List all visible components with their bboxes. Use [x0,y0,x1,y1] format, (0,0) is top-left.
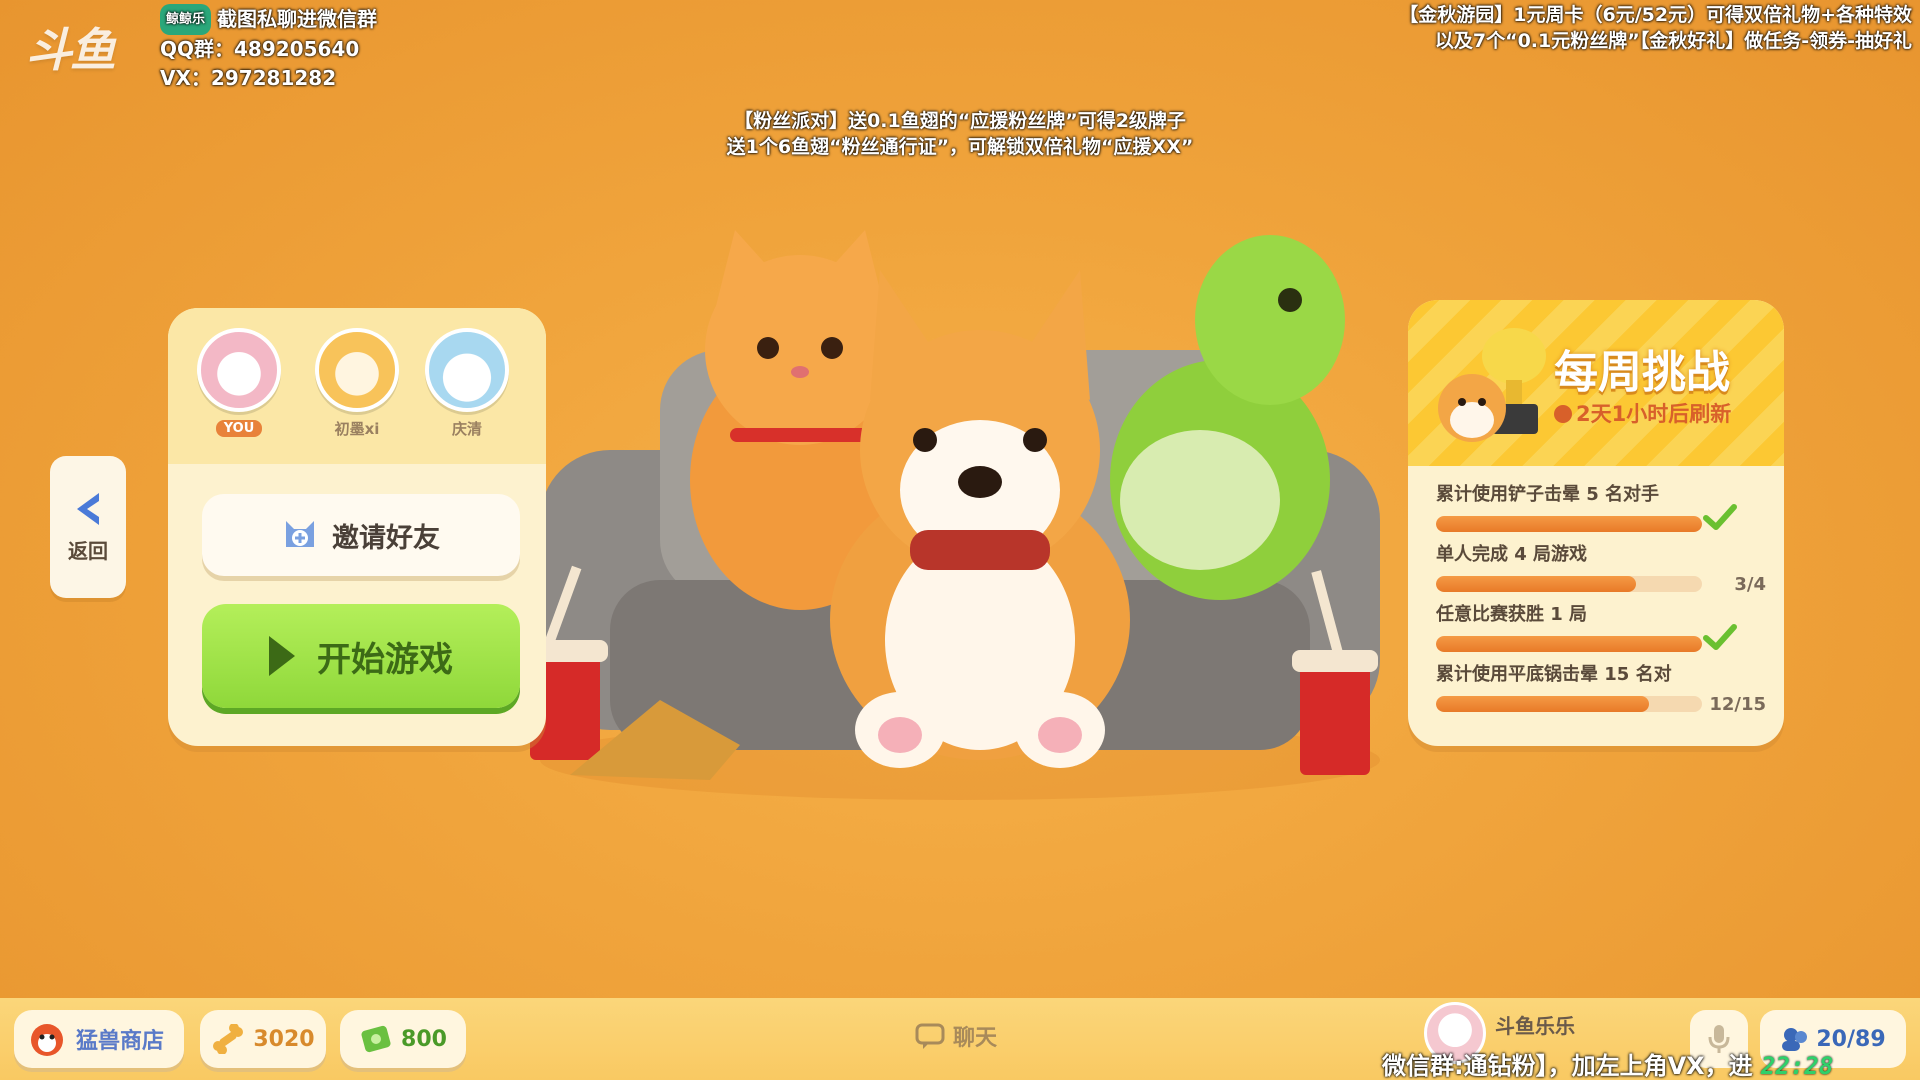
task-progress-fill [1436,636,1702,652]
add-friend-icon [286,521,314,547]
checkmark-icon [1703,624,1737,650]
invite-friends-button[interactable]: 邀请好友 [202,494,520,576]
back-label: 返回 [68,538,108,563]
douyu-logo: 斗鱼 [26,23,116,77]
weekly-title: 每周挑战 [1554,347,1730,398]
play-icon [269,636,295,676]
stream-contact-info: 鲸鲸乐 截图私聊进微信群 QQ群：489205640 VX：297281282 [160,4,377,93]
bunny-avatar [197,328,281,412]
footer-clock: 22:28 [1761,1052,1834,1080]
promo-right-line1: 【金秋游园】1元周卡（6元/52元）可得双倍礼物+各种特效 [1399,4,1912,26]
streamer-tag: 鲸鲸乐 [160,4,212,35]
trophy-icon [1438,328,1546,442]
task-count: 3/4 [1734,574,1766,595]
footer-promo-text: 微信群:通钻粉】，加左上角VX，进 [1382,1052,1753,1080]
chat-label: 聊天 [953,1026,998,1051]
weekly-task: 任意比赛获胜 1 局 [1436,600,1766,652]
lobby-panel: YOU 初墨xi 庆清 邀请好友 开始游戏 [168,308,546,746]
weekly-task: 累计使用平底锅击晕 15 名对 12/15 [1436,660,1766,715]
shop-label: 猛兽商店 [76,1029,165,1054]
qq-group: QQ群：489205640 [160,37,360,61]
info-line: 截图私聊进微信群 [217,7,378,31]
task-label: 累计使用平底锅击晕 15 名对 [1436,664,1672,685]
player-slot-2[interactable]: 初墨xi [312,328,402,439]
player-slot-3[interactable]: 庆清 [422,328,512,439]
bone-icon [213,1024,244,1054]
promo-center-line2: 送1个6鱼翅“粉丝通行证”，可解锁双倍礼物“应援XX” [726,136,1194,158]
footer-promo: 微信群:通钻粉】，加左上角VX，进 22:28 [1382,1046,1833,1080]
user-name: 斗鱼乐乐 [1495,1014,1575,1038]
seal-avatar [425,328,509,412]
shop-dog-icon [31,1024,63,1056]
duck-avatar [315,328,399,412]
invite-label: 邀请好友 [332,522,440,554]
you-badge: YOU [215,420,263,437]
bone-currency[interactable]: 3020 [200,1010,326,1068]
promo-right-line2: 以及7个“0.1元粉丝牌”【金秋好礼】做任务-领券-抽好礼 [1434,30,1912,52]
cash-count: 800 [401,1026,447,1052]
promo-center-line1: 【粉丝派对】送0.1鱼翅的“应援粉丝牌”可得2级牌子 [734,110,1186,132]
weekly-task: 累计使用铲子击晕 5 名对手 [1436,480,1766,532]
dino-character [1110,235,1345,600]
checkmark-icon [1703,504,1737,530]
refresh-text: 2天1小时后刷新 [1576,402,1732,426]
task-progress-bar [1436,636,1702,652]
refresh-timer: 2天1小时后刷新 [1554,398,1731,428]
task-progress-fill [1436,576,1636,592]
chat-icon [915,1023,945,1049]
party-members: YOU 初墨xi 庆清 [168,308,546,464]
player-name: 初墨xi [334,420,380,438]
task-progress-fill [1436,516,1702,532]
cash-icon [361,1025,391,1053]
task-progress-bar [1436,576,1702,592]
task-label: 单人完成 4 局游戏 [1436,544,1588,565]
clock-icon [1554,405,1572,423]
weekly-header: 每周挑战 2天1小时后刷新 [1408,300,1784,466]
weekly-task: 单人完成 4 局游戏 3/4 [1436,540,1766,595]
promo-right: 【金秋游园】1元周卡（6元/52元）可得双倍礼物+各种特效 以及7个“0.1元粉… [1399,2,1912,54]
vx-id: VX：297281282 [160,66,337,90]
task-count: 12/15 [1709,694,1766,715]
player-slot-self[interactable]: YOU [194,328,284,437]
lobby-scene-illustration [522,230,1380,800]
task-progress-bar [1436,696,1702,712]
chevron-left-icon [77,492,99,525]
task-progress-bar [1436,516,1702,532]
weekly-challenge-panel[interactable]: 每周挑战 2天1小时后刷新 累计使用铲子击晕 5 名对手单人完成 4 局游戏 3/… [1408,300,1784,746]
player-name: 庆清 [451,420,482,438]
start-game-button[interactable]: 开始游戏 [202,604,520,708]
cash-currency[interactable]: 800 [340,1010,466,1068]
task-progress-fill [1436,696,1649,712]
beast-shop-button[interactable]: 猛兽商店 [14,1010,184,1068]
start-label: 开始游戏 [317,639,453,680]
promo-center: 【粉丝派对】送0.1鱼翅的“应援粉丝牌”可得2级牌子 送1个6鱼翅“粉丝通行证”… [0,108,1920,160]
chat-button[interactable]: 聊天 [915,1020,997,1052]
back-button[interactable]: 返回 [50,456,126,598]
bone-count: 3020 [253,1026,315,1052]
